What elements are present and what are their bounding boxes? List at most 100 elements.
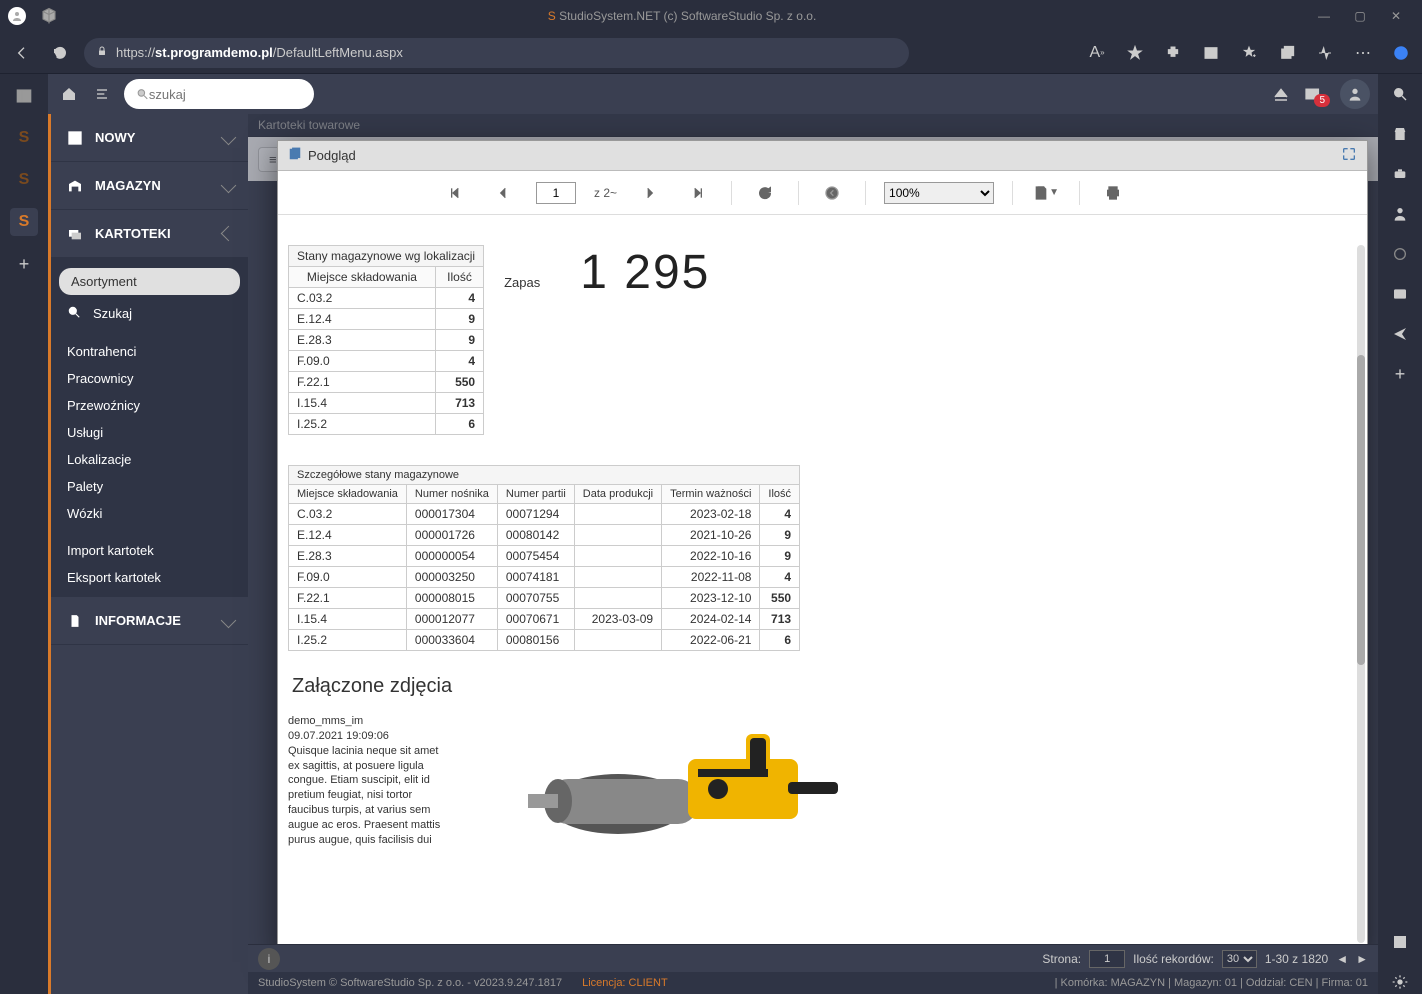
report-body: Stany magazynowe wg lokalizacji Miejsce … xyxy=(278,215,1367,953)
mail-badge: 5 xyxy=(1314,94,1330,107)
workspace-icon[interactable] xyxy=(40,7,58,25)
next-page-button[interactable] xyxy=(635,178,665,208)
user-menu-button[interactable] xyxy=(1340,79,1370,109)
new-tab-button[interactable]: + xyxy=(10,250,38,278)
tab-3-active[interactable]: S xyxy=(10,208,38,236)
menu-magazyn[interactable]: MAGAZYN xyxy=(51,162,248,210)
split-icon[interactable] xyxy=(1198,40,1224,66)
stock-total: 1 295 xyxy=(580,245,710,300)
edge-settings-icon[interactable] xyxy=(1388,970,1412,994)
modal-header: Podgląd xyxy=(278,141,1367,171)
favorites-bar-icon[interactable] xyxy=(1236,40,1262,66)
viewer-toolbar: z 2~ 100% ▼ xyxy=(278,171,1367,215)
back-report-button[interactable] xyxy=(817,178,847,208)
tabs-toggle-icon[interactable] xyxy=(10,82,38,110)
table-row: I.15.4713 xyxy=(289,393,484,414)
table-row: E.12.4000001726000801422021-10-269 xyxy=(289,525,800,546)
minimize-button[interactable]: — xyxy=(1306,9,1342,23)
info-icon[interactable]: i xyxy=(258,948,280,970)
edge-send-icon[interactable] xyxy=(1388,322,1412,346)
attachment-image xyxy=(468,714,878,844)
table-row: E.28.39 xyxy=(289,330,484,351)
sidebar-item-pracownicy[interactable]: Pracownicy xyxy=(51,365,248,392)
save-button[interactable]: ▼ xyxy=(1031,178,1061,208)
menu-toggle-icon[interactable] xyxy=(90,81,116,107)
zoom-select[interactable]: 100% xyxy=(884,182,994,204)
close-button[interactable]: ✕ xyxy=(1378,9,1414,23)
table-row: I.25.26 xyxy=(289,414,484,435)
menu-informacje[interactable]: INFORMACJE xyxy=(51,597,248,645)
tab-2[interactable]: S xyxy=(10,166,38,194)
scrollbar-thumb[interactable] xyxy=(1357,355,1365,665)
edge-hide-icon[interactable] xyxy=(1388,930,1412,954)
sidebar-item-przewoznicy[interactable]: Przewoźnicy xyxy=(51,392,248,419)
address-bar[interactable]: https://st.programdemo.pl/DefaultLeftMen… xyxy=(84,38,909,68)
sidebar-item-eksport[interactable]: Eksport kartotek xyxy=(51,564,248,591)
stock-by-location-table: Stany magazynowe wg lokalizacji Miejsce … xyxy=(288,245,484,435)
perpage-select[interactable]: 30 xyxy=(1222,950,1257,968)
submenu-kartoteki: Asortyment Szukaj Kontrahenci Pracownicy… xyxy=(51,258,248,597)
mail-icon[interactable]: 5 xyxy=(1304,81,1330,107)
sidebar-item-kontrahenci[interactable]: Kontrahenci xyxy=(51,338,248,365)
sidebar-item-uslugi[interactable]: Usługi xyxy=(51,419,248,446)
license-label: Licencja: CLIENT xyxy=(582,977,668,989)
sidebar-item-palety[interactable]: Palety xyxy=(51,473,248,500)
page-number-input[interactable] xyxy=(1089,950,1125,968)
search-icon xyxy=(67,305,85,322)
menu-nowy[interactable]: NOWY xyxy=(51,114,248,162)
home-icon[interactable] xyxy=(56,81,82,107)
tab-1[interactable]: S xyxy=(10,124,38,152)
sidebar-item-import[interactable]: Import kartotek xyxy=(51,537,248,564)
performance-icon[interactable] xyxy=(1312,40,1338,66)
print-button[interactable] xyxy=(1098,178,1128,208)
table-row: I.15.4000012077000706712023-03-092024-02… xyxy=(289,609,800,630)
pager-prev[interactable]: ◄ xyxy=(1336,952,1348,966)
sidebar-item-lokalizacje[interactable]: Lokalizacje xyxy=(51,446,248,473)
edge-tools-icon[interactable] xyxy=(1388,162,1412,186)
page-input[interactable] xyxy=(536,182,576,204)
table-row: F.22.1000008015000707552023-12-10550 xyxy=(289,588,800,609)
table-row: F.09.0000003250000741812022-11-084 xyxy=(289,567,800,588)
reader-icon[interactable]: A» xyxy=(1084,40,1110,66)
preview-modal: Podgląd z 2~ xyxy=(277,140,1368,954)
content-area: Kartoteki towarowe ≡ ▼ ⊕ Dopisz ✎ Edycja… xyxy=(248,114,1378,994)
refresh-report-button[interactable] xyxy=(750,178,780,208)
collections-icon[interactable] xyxy=(1274,40,1300,66)
search-input[interactable] xyxy=(149,87,302,102)
sidebar-item-wozki[interactable]: Wózki xyxy=(51,500,248,527)
more-icon[interactable]: ⋯ xyxy=(1350,40,1376,66)
preview-icon xyxy=(288,147,302,164)
extensions-icon[interactable] xyxy=(1160,40,1186,66)
edge-shopping-icon[interactable] xyxy=(1388,122,1412,146)
attachment-meta: demo_mms_im 09.07.2021 19:09:06 Quisque … xyxy=(288,714,448,848)
pager-next[interactable]: ► xyxy=(1356,952,1368,966)
cards-icon xyxy=(65,226,85,242)
edge-add-icon[interactable]: + xyxy=(1388,362,1412,386)
expand-icon[interactable] xyxy=(1341,146,1357,165)
sidebar-item-szukaj[interactable]: Szukaj xyxy=(51,299,248,328)
refresh-button[interactable] xyxy=(46,39,74,67)
attachments-heading: Załączone zdjęcia xyxy=(292,675,1357,698)
window-title: S StudioSystem.NET (c) SoftwareStudio Sp… xyxy=(58,9,1306,23)
favorite-icon[interactable] xyxy=(1122,40,1148,66)
stock-label: Zapas xyxy=(504,275,540,290)
export-icon[interactable] xyxy=(1268,81,1294,107)
edge-search-icon[interactable] xyxy=(1388,82,1412,106)
last-page-button[interactable] xyxy=(683,178,713,208)
menu-kartoteki[interactable]: KARTOTEKI xyxy=(51,210,248,258)
table-row: C.03.2000017304000712942023-02-184 xyxy=(289,504,800,525)
edge-person-icon[interactable] xyxy=(1388,202,1412,226)
edge-sidebar: + xyxy=(1378,74,1422,994)
sidebar-item-asortyment[interactable]: Asortyment xyxy=(59,268,240,295)
edge-outlook-icon[interactable] xyxy=(1388,282,1412,306)
table-title: Stany magazynowe wg lokalizacji xyxy=(289,246,484,267)
maximize-button[interactable]: ▢ xyxy=(1342,9,1378,23)
copilot-icon[interactable] xyxy=(1388,40,1414,66)
app-search[interactable] xyxy=(124,79,314,109)
profile-icon[interactable] xyxy=(8,7,26,25)
back-button[interactable] xyxy=(8,39,36,67)
first-page-button[interactable] xyxy=(440,178,470,208)
table-row: F.09.04 xyxy=(289,351,484,372)
prev-page-button[interactable] xyxy=(488,178,518,208)
edge-office-icon[interactable] xyxy=(1388,242,1412,266)
